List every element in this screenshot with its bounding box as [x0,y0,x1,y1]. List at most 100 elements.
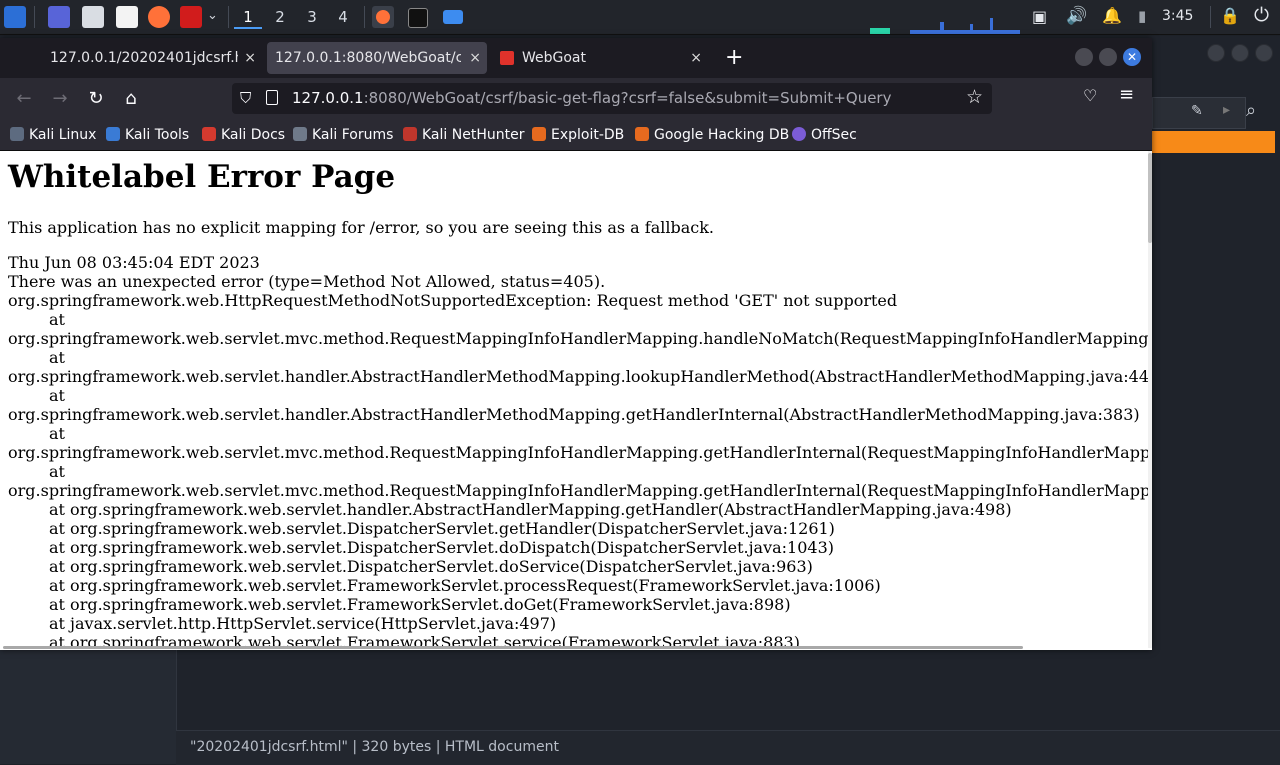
url-host: 127.0.0.1 [292,89,364,107]
stack-at: at [49,424,65,443]
navigation-bar: ← → ↻ ⌂ ⛉ 127.0.0.1:8080/WebGoat/csrf/ba… [0,78,1152,120]
kali-dragon-icon [10,127,24,141]
error-timestamp: Thu Jun 08 03:45:04 EDT 2023 [8,253,260,272]
battery-icon[interactable]: ▮ [1138,7,1146,25]
tab-webgoat-csrf[interactable]: 127.0.0.1:8080/WebGoat/csrf × [267,42,487,74]
exception-message: org.springframework.web.HttpRequestMetho… [8,291,898,310]
kali-menu-icon[interactable] [4,6,26,28]
new-tab-button[interactable]: + [725,42,743,74]
terminal-window-button[interactable] [408,8,428,28]
workspace-1[interactable]: 1 [234,7,262,29]
error-status: There was an unexpected error (type=Meth… [8,272,606,291]
bookmark-label: Exploit-DB [551,127,625,143]
next-icon[interactable]: ▸ [1223,102,1230,118]
url-path: :8080/WebGoat/csrf/basic-get-flag?csrf=f… [363,89,892,107]
bookmark-label: Kali Forums [312,127,394,143]
firefox-icon[interactable] [148,6,170,28]
text-editor-icon[interactable] [116,6,138,28]
bookmark-label: OffSec [811,127,857,143]
error-details: Thu Jun 08 03:45:04 EDT 2023 There was an… [8,253,1148,648]
edit-icon[interactable]: ✎ [1191,103,1203,119]
tab-webgoat[interactable]: WebGoat × [492,42,712,74]
browser-window: 127.0.0.1/20202401jdcsrf.htm × 127.0.0.1… [0,38,1152,650]
bookmark-google-hacking-db[interactable]: Google Hacking DB [635,120,789,150]
stack-frame: at org.springframework.web.servlet.Frame… [49,576,881,595]
path-field[interactable]: ✎ ▸ [1152,97,1246,129]
home-icon[interactable]: ⌂ [119,87,143,111]
maximize-icon[interactable] [1099,48,1117,66]
bookmark-label: Kali Docs [221,127,286,143]
vertical-scrollbar-thumb[interactable] [1148,153,1152,243]
folder-window-button[interactable] [443,10,463,24]
file-manager-sidebar [0,650,177,764]
kali-docs-icon [202,127,216,141]
workspace-2[interactable]: 2 [266,7,294,27]
volume-icon[interactable]: 🔊 [1066,6,1087,26]
page-info-icon[interactable] [266,90,278,105]
search-icon[interactable]: ⌕ [1246,100,1256,121]
workspace-3[interactable]: 3 [298,7,326,27]
bookmark-star-icon[interactable]: ☆ [966,86,983,108]
stack-at: at [49,348,65,367]
workspace-4[interactable]: 4 [329,7,357,27]
ghdb-icon [635,127,649,141]
stack-frame: org.springframework.web.servlet.handler.… [8,405,1140,424]
bookmark-kali-linux[interactable]: Kali Linux [10,120,96,150]
shield-icon[interactable]: ⛉ [240,89,251,107]
tab-close-icon[interactable]: × [690,42,702,74]
url-bar[interactable]: ⛉ 127.0.0.1:8080/WebGoat/csrf/basic-get-… [232,83,992,114]
tab-close-icon[interactable]: × [244,42,256,74]
tab-csrf-file[interactable]: 127.0.0.1/20202401jdcsrf.htm × [40,42,262,74]
clock[interactable]: 3:45 [1162,8,1193,24]
kali-tools-icon [106,127,120,141]
stack-frame: at org.springframework.web.servlet.Dispa… [49,519,835,538]
reload-icon[interactable]: ↻ [84,87,108,111]
page-title: Whitelabel Error Page [8,159,396,195]
bookmark-label: Kali Tools [125,127,190,143]
minimize-icon[interactable] [1207,44,1225,62]
tab-close-icon[interactable]: × [469,42,481,74]
horizontal-scrollbar-thumb[interactable] [3,646,1023,649]
desktop-icon[interactable] [48,6,70,28]
stack-at: at [49,310,65,329]
bookmark-kali-docs[interactable]: Kali Docs [202,120,285,150]
stack-frame: at org.springframework.web.servlet.handl… [49,500,1012,519]
tab-title: WebGoat [522,50,587,66]
firefox-window-button[interactable] [372,6,394,28]
chevron-down-icon[interactable]: ⌄ [207,8,218,23]
close-icon[interactable] [1255,44,1273,62]
logout-icon[interactable]: ⏻ [1254,4,1269,26]
terminal-root-icon[interactable] [180,6,202,28]
stack-frame: at org.springframework.web.servlet.Dispa… [49,538,835,557]
back-icon[interactable]: ← [12,87,36,111]
stack-frame: at javax.servlet.http.HttpServlet.servic… [49,614,557,633]
bookmark-offsec[interactable]: OffSec [792,120,857,150]
notification-bell-icon[interactable]: 🔔 [1102,6,1122,25]
file-manager-icon[interactable] [82,6,104,28]
bookmark-exploit-db[interactable]: Exploit-DB [532,120,624,150]
cpu-graph [870,18,1020,34]
stack-frame: org.springframework.web.servlet.mvc.meth… [8,481,1148,500]
forward-icon[interactable]: → [48,87,72,111]
maximize-icon[interactable] [1231,44,1249,62]
url-text[interactable]: 127.0.0.1:8080/WebGoat/csrf/basic-get-fl… [292,83,891,114]
menu-icon[interactable]: ≡ [1119,84,1134,105]
lock-icon[interactable]: 🔒 [1220,6,1240,25]
error-description: This application has no explicit mapping… [8,218,714,237]
bookmark-kali-nethunter[interactable]: Kali NetHunter [403,120,524,150]
kali-forums-icon [293,127,307,141]
close-window-icon[interactable]: ✕ [1123,48,1141,66]
display-icon[interactable]: ▣ [1032,7,1047,26]
stack-frame: at org.springframework.web.servlet.Dispa… [49,557,813,576]
tab-title: 127.0.0.1/20202401jdcsrf.htm [50,50,238,66]
page-content: Whitelabel Error Page This application h… [0,151,1148,648]
separator [228,6,229,28]
nethunter-icon [403,127,417,141]
bookmark-kali-tools[interactable]: Kali Tools [106,120,189,150]
bookmark-kali-forums[interactable]: Kali Forums [293,120,393,150]
pocket-icon[interactable]: ♡ [1083,86,1097,105]
separator [364,6,365,28]
stack-frame: org.springframework.web.servlet.handler.… [8,367,1148,386]
bookmark-label: Google Hacking DB [654,127,790,143]
minimize-icon[interactable] [1075,48,1093,66]
